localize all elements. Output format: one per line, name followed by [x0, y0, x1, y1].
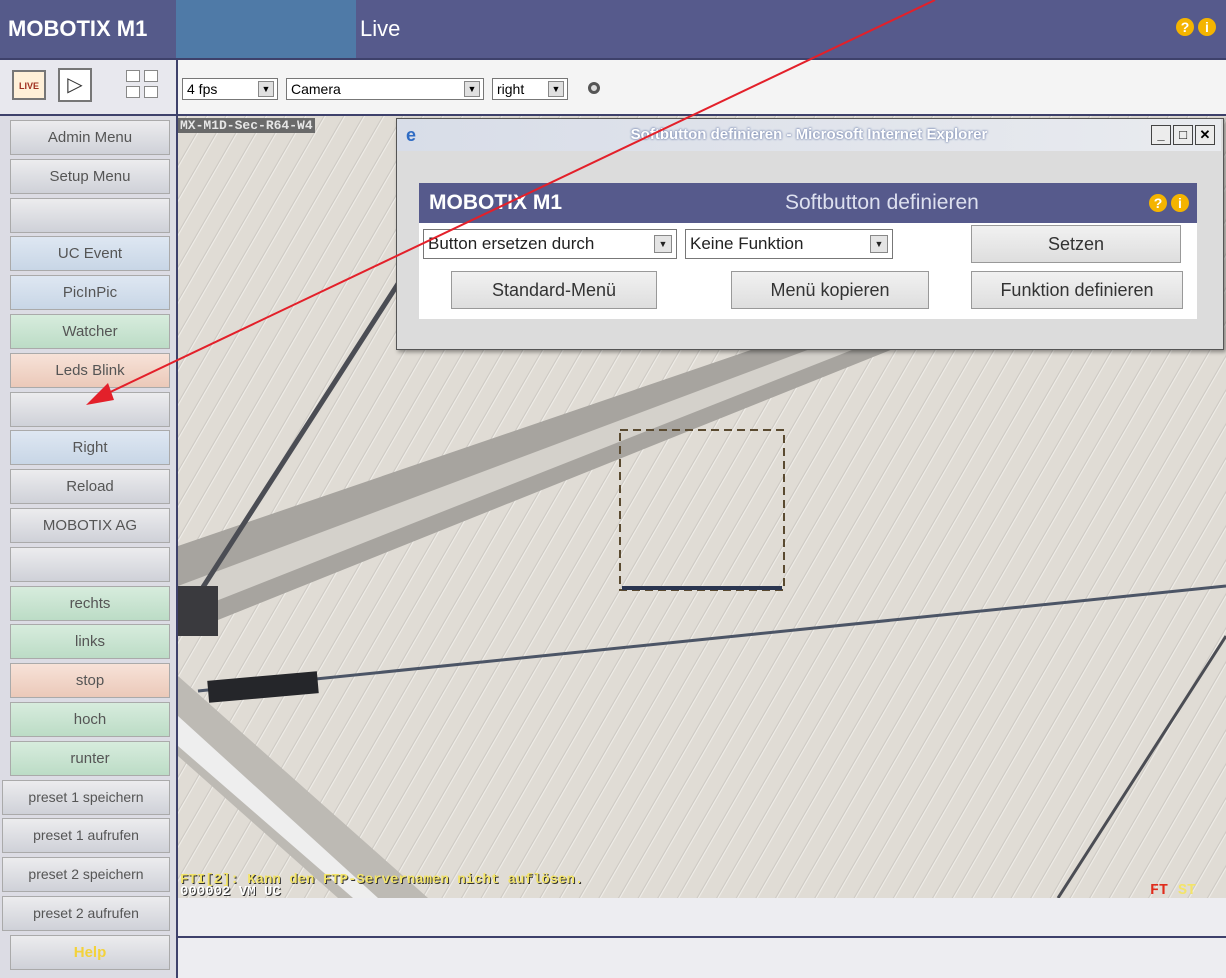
chevron-down-icon: ▼: [548, 81, 564, 97]
sidebar-button-reload[interactable]: Reload: [10, 469, 170, 505]
live-view-button[interactable]: LIVE: [12, 70, 46, 100]
info-bar: [178, 898, 1226, 938]
info-icon[interactable]: i: [1198, 18, 1216, 36]
chevron-down-icon: ▼: [258, 81, 274, 97]
action-select-value: Button ersetzen durch: [428, 234, 595, 253]
camera-name-overlay: MX-M1D-Sec-R64-W4: [178, 118, 315, 133]
grid-icon: [126, 70, 140, 82]
close-button[interactable]: ✕: [1195, 125, 1215, 145]
fps-select-value: 4 fps: [187, 81, 218, 97]
sidebar-button-preset-2-speichern[interactable]: preset 2 speichern: [2, 857, 170, 893]
dialog-body: Button ersetzen durch ▼ Keine Funktion ▼…: [419, 223, 1197, 319]
st-indicator: ST: [1177, 882, 1196, 898]
sidebar-button-runter[interactable]: runter: [10, 740, 170, 776]
detection-window[interactable]: [619, 429, 785, 591]
position-select-value: right: [497, 81, 525, 97]
dialog-header: MOBOTIX M1 Softbutton definieren ? i: [419, 183, 1197, 223]
dialog-title: Softbutton definieren: [785, 191, 979, 214]
softbutton-sidebar: Admin Menu Setup Menu UC Event PicInPic Watc…: [0, 116, 178, 978]
softbutton-dialog: e Softbutton definieren - Microsoft Inte…: [396, 118, 1224, 350]
sidebar-button-links[interactable]: links: [10, 624, 170, 660]
ie-icon: e: [405, 125, 416, 145]
dialog-window-title: Softbutton definieren - Microsoft Intern…: [630, 126, 988, 143]
grid-icon: [144, 70, 158, 82]
ft-indicator: FT: [1149, 882, 1168, 898]
page-title: Live: [360, 16, 401, 41]
sidebar-button-preset-1-speichern[interactable]: preset 1 speichern: [2, 779, 170, 815]
position-select[interactable]: right ▼: [492, 78, 568, 100]
window-frame: [178, 676, 428, 898]
multiview-button[interactable]: [104, 68, 164, 102]
chevron-down-icon: ▼: [654, 235, 672, 253]
sidebar-button-watcher[interactable]: Watcher: [10, 314, 170, 349]
function-select-value: Keine Funktion: [690, 234, 804, 253]
cable-clamp: [207, 671, 319, 703]
sidebar-button-uc-event[interactable]: UC Event: [10, 236, 170, 272]
define-function-button[interactable]: Funktion definieren: [971, 271, 1183, 309]
sidebar-button-admin-menu[interactable]: Admin Menu: [10, 120, 170, 155]
status-overlay: 000002 VM UC: [180, 884, 281, 898]
status-dot-icon: [588, 82, 600, 94]
source-select-value: Camera: [291, 81, 341, 97]
sidebar-button-leds-blink[interactable]: Leds Blink: [10, 352, 170, 388]
sidebar-button-empty-2[interactable]: [10, 197, 170, 233]
dialog-icons: ? i: [1145, 194, 1189, 213]
maximize-button[interactable]: □: [1173, 125, 1193, 145]
sidebar-button-mobotix-ag[interactable]: MOBOTIX AG: [10, 508, 170, 543]
toolbar: LIVE ▷ 4 fps ▼ Camera ▼ right ▼: [0, 60, 1226, 116]
player-button[interactable]: ▷: [58, 68, 92, 102]
bracket: [178, 586, 218, 636]
sidebar-button-rechts[interactable]: rechts: [10, 585, 170, 621]
sidebar-button-right[interactable]: Right: [10, 430, 170, 466]
minimize-button[interactable]: _: [1151, 125, 1171, 145]
dialog-brand: MOBOTIX M1: [429, 191, 563, 214]
info-icon[interactable]: i: [1171, 194, 1189, 212]
sidebar-button-hoch[interactable]: hoch: [10, 702, 170, 737]
sidebar-button-setup-menu[interactable]: Setup Menu: [10, 158, 170, 194]
chevron-down-icon: ▼: [870, 235, 888, 253]
chevron-down-icon: ▼: [464, 81, 480, 97]
sidebar-button-empty-11[interactable]: [10, 546, 170, 582]
standard-menu-button[interactable]: Standard-Menü: [451, 271, 657, 309]
action-select[interactable]: Button ersetzen durch ▼: [423, 229, 677, 259]
source-select[interactable]: Camera ▼: [286, 78, 484, 100]
grid-icon: [144, 86, 158, 98]
header-accent-block: [176, 0, 356, 58]
dialog-titlebar: e Softbutton definieren - Microsoft Inte…: [397, 119, 1221, 151]
fps-select[interactable]: 4 fps ▼: [182, 78, 278, 100]
sidebar-button-picinpic[interactable]: PicInPic: [10, 275, 170, 311]
play-icon: ▷: [67, 74, 83, 96]
support-cable: [197, 584, 1226, 693]
support-cable: [1056, 635, 1226, 898]
sidebar-button-stop[interactable]: stop: [10, 663, 170, 699]
help-icon[interactable]: ?: [1176, 18, 1194, 36]
sidebar-button-preset-1-aufrufen[interactable]: preset 1 aufrufen: [2, 818, 170, 854]
sidebar-button-preset-2-aufrufen[interactable]: preset 2 aufrufen: [2, 896, 170, 931]
brand-title: MOBOTIX M1: [0, 0, 176, 58]
header-bar: MOBOTIX M1 Live ? i: [0, 0, 1226, 60]
sidebar-button-empty-7[interactable]: [10, 391, 170, 427]
copy-menu-button[interactable]: Menü kopieren: [731, 271, 929, 309]
view-mode-icons: LIVE ▷: [0, 60, 178, 114]
set-button[interactable]: Setzen: [971, 225, 1181, 263]
help-icon[interactable]: ?: [1149, 194, 1167, 212]
header-icons: ? i: [1172, 18, 1216, 37]
function-select[interactable]: Keine Funktion ▼: [685, 229, 893, 259]
sidebar-button-help[interactable]: Help: [10, 934, 170, 970]
bottom-bar: [178, 938, 1226, 978]
grid-icon: [126, 86, 140, 98]
